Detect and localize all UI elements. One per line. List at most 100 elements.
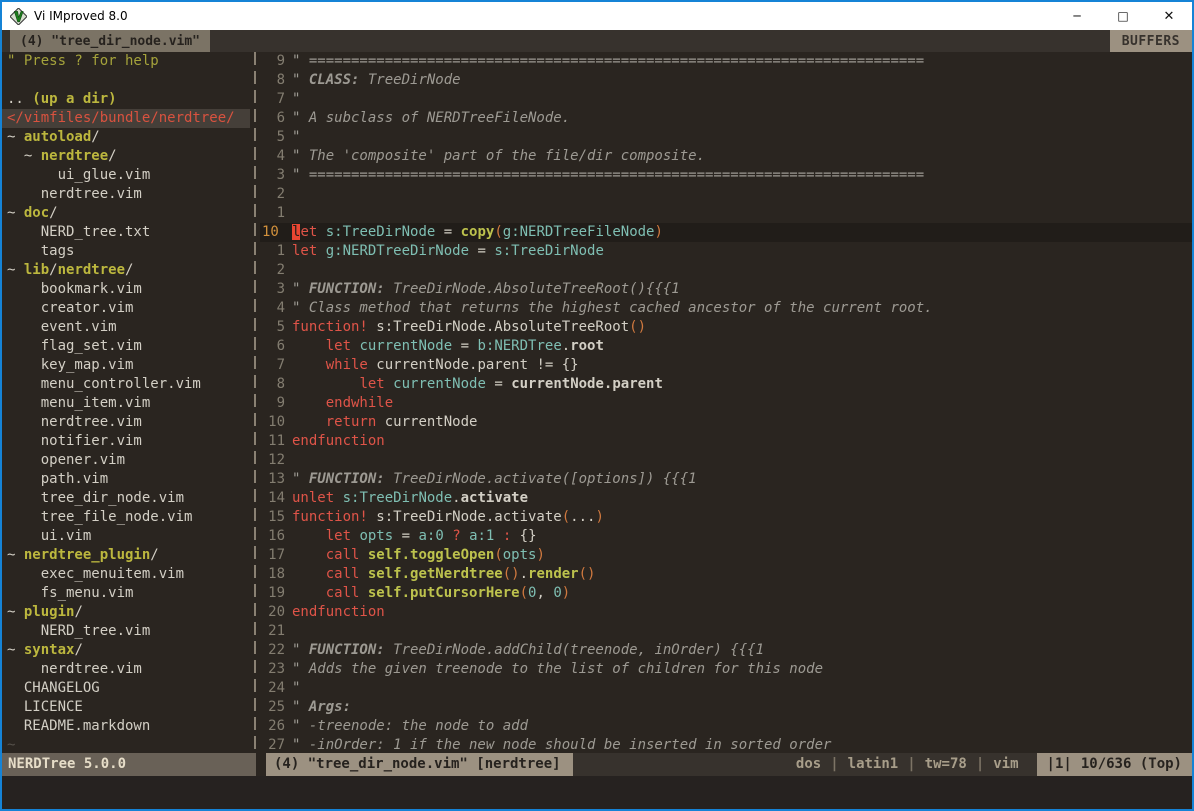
line-number: 3: [260, 166, 285, 185]
code-line[interactable]: 1let g:NERDTreeDirNode = s:TreeDirNode: [260, 242, 1192, 261]
tree-row[interactable]: tree_dir_node.vim: [2, 489, 250, 508]
code-line[interactable]: 3" FUNCTION: TreeDirNode.AbsoluteTreeRoo…: [260, 280, 1192, 299]
tree-row[interactable]: opener.vim: [2, 451, 250, 470]
tree-row[interactable]: .. (up a dir): [2, 90, 250, 109]
title-bar: Vi IMproved 8.0 ─ □ ✕: [2, 2, 1192, 30]
tree-row[interactable]: ~ doc/: [2, 204, 250, 223]
code-line[interactable]: 4" The 'composite' part of the file/dir …: [260, 147, 1192, 166]
tree-row[interactable]: nerdtree.vim: [2, 413, 250, 432]
tree-row[interactable]: [2, 71, 250, 90]
pipe-separator: |: [976, 756, 984, 772]
pipe-separator: |: [907, 756, 915, 772]
tree-row[interactable]: bookmark.vim: [2, 280, 250, 299]
buffers-label: BUFFERS: [1110, 30, 1192, 52]
line-number: 4: [260, 299, 285, 318]
minimize-button[interactable]: ─: [1054, 2, 1100, 30]
tree-row[interactable]: nerdtree.vim: [2, 185, 250, 204]
code-line[interactable]: 26" -treenode: the node to add: [260, 717, 1192, 736]
close-button[interactable]: ✕: [1146, 2, 1192, 30]
tree-row[interactable]: NERD_tree.vim: [2, 622, 250, 641]
code-line[interactable]: 15function! s:TreeDirNode.activate(...): [260, 508, 1192, 527]
tree-row[interactable]: flag_set.vim: [2, 337, 250, 356]
tree-row[interactable]: event.vim: [2, 318, 250, 337]
tree-row[interactable]: notifier.vim: [2, 432, 250, 451]
window-controls: ─ □ ✕: [1054, 2, 1192, 30]
code-line[interactable]: 17 call self.toggleOpen(opts): [260, 546, 1192, 565]
window-separator[interactable]: [250, 52, 260, 753]
tree-row[interactable]: ~ nerdtree/: [2, 147, 250, 166]
line-number: 7: [260, 356, 285, 375]
file-format: dos: [796, 756, 821, 772]
code-line[interactable]: 3" =====================================…: [260, 166, 1192, 185]
code-line[interactable]: 9" =====================================…: [260, 52, 1192, 71]
tree-row[interactable]: CHANGELOG: [2, 679, 250, 698]
code-line[interactable]: 13" FUNCTION: TreeDirNode.activate([opti…: [260, 470, 1192, 489]
editor-panel[interactable]: 9" =====================================…: [260, 52, 1192, 753]
code-line[interactable]: 12: [260, 451, 1192, 470]
code-line[interactable]: 21: [260, 622, 1192, 641]
code-line[interactable]: 6 let currentNode = b:NERDTree.root: [260, 337, 1192, 356]
tree-row[interactable]: ui_glue.vim: [2, 166, 250, 185]
code-line[interactable]: 5": [260, 128, 1192, 147]
line-number: 3: [260, 280, 285, 299]
code-line[interactable]: 11endfunction: [260, 432, 1192, 451]
tree-row[interactable]: " Press ? for help: [2, 52, 250, 71]
tree-row[interactable]: LICENCE: [2, 698, 250, 717]
code-line[interactable]: 23" Adds the given treenode to the list …: [260, 660, 1192, 679]
cursor-position: 10/636 (Top): [1081, 756, 1182, 772]
tab-tree-dir-node[interactable]: (4) "tree_dir_node.vim": [10, 30, 210, 52]
code-line[interactable]: 2: [260, 261, 1192, 280]
code-line[interactable]: 10 return currentNode: [260, 413, 1192, 432]
tree-row[interactable]: fs_menu.vim: [2, 584, 250, 603]
code-line[interactable]: 9 endwhile: [260, 394, 1192, 413]
tree-row[interactable]: README.markdown: [2, 717, 250, 736]
maximize-button[interactable]: □: [1100, 2, 1146, 30]
code-line[interactable]: 14unlet s:TreeDirNode.activate: [260, 489, 1192, 508]
window-number: |1|: [1047, 756, 1072, 772]
tree-row[interactable]: path.vim: [2, 470, 250, 489]
tree-row[interactable]: ~ autoload/: [2, 128, 250, 147]
code-line[interactable]: 25" Args:: [260, 698, 1192, 717]
tree-row[interactable]: NERD_tree.txt: [2, 223, 250, 242]
command-line[interactable]: [2, 776, 1192, 809]
code-line[interactable]: 4" Class method that returns the highest…: [260, 299, 1192, 318]
code-line[interactable]: 6" A subclass of NERDTreeFileNode.: [260, 109, 1192, 128]
code-line[interactable]: 1: [260, 204, 1192, 223]
tree-row[interactable]: ui.vim: [2, 527, 250, 546]
vim-logo-icon: [10, 8, 27, 25]
code-line[interactable]: 5function! s:TreeDirNode.AbsoluteTreeRoo…: [260, 318, 1192, 337]
tree-row[interactable]: ~ syntax/: [2, 641, 250, 660]
tree-row[interactable]: key_map.vim: [2, 356, 250, 375]
tree-row[interactable]: tags: [2, 242, 250, 261]
code-line[interactable]: 18 call self.getNerdtree().render(): [260, 565, 1192, 584]
code-line[interactable]: 20endfunction: [260, 603, 1192, 622]
tree-row[interactable]: ~: [2, 736, 250, 753]
line-number: 4: [260, 147, 285, 166]
code-line[interactable]: 2: [260, 185, 1192, 204]
code-line-current[interactable]: 10let s:TreeDirNode = copy(g:NERDTreeFil…: [260, 223, 1192, 242]
code-line[interactable]: 16 let opts = a:0 ? a:1 : {}: [260, 527, 1192, 546]
nerdtree-panel[interactable]: " Press ? for help .. (up a dir)</vimfile…: [2, 52, 250, 753]
tree-row[interactable]: exec_menuitem.vim: [2, 565, 250, 584]
nerdtree-statusline: NERDTree 5.0.0: [2, 753, 256, 776]
tree-row-selected[interactable]: </vimfiles/bundle/nerdtree/: [2, 109, 250, 128]
code-line[interactable]: 22" FUNCTION: TreeDirNode.addChild(treen…: [260, 641, 1192, 660]
tree-row[interactable]: ~ lib/nerdtree/: [2, 261, 250, 280]
tree-row[interactable]: creator.vim: [2, 299, 250, 318]
code-line[interactable]: 7 while currentNode.parent != {}: [260, 356, 1192, 375]
code-line[interactable]: 7": [260, 90, 1192, 109]
tree-row[interactable]: ~ nerdtree_plugin/: [2, 546, 250, 565]
code-line[interactable]: 27" -inOrder: 1 if the new node should b…: [260, 736, 1192, 753]
code-line[interactable]: 8 let currentNode = currentNode.parent: [260, 375, 1192, 394]
code-line[interactable]: 19 call self.putCursorHere(0, 0): [260, 584, 1192, 603]
tree-row[interactable]: menu_item.vim: [2, 394, 250, 413]
tree-row[interactable]: menu_controller.vim: [2, 375, 250, 394]
line-number: 12: [260, 451, 285, 470]
tree-row[interactable]: ~ plugin/: [2, 603, 250, 622]
main-area: " Press ? for help .. (up a dir)</vimfile…: [2, 52, 1192, 753]
code-line[interactable]: 24": [260, 679, 1192, 698]
code-line[interactable]: 8" CLASS: TreeDirNode: [260, 71, 1192, 90]
tree-row[interactable]: tree_file_node.vim: [2, 508, 250, 527]
tree-row[interactable]: nerdtree.vim: [2, 660, 250, 679]
line-number: 25: [260, 698, 285, 717]
